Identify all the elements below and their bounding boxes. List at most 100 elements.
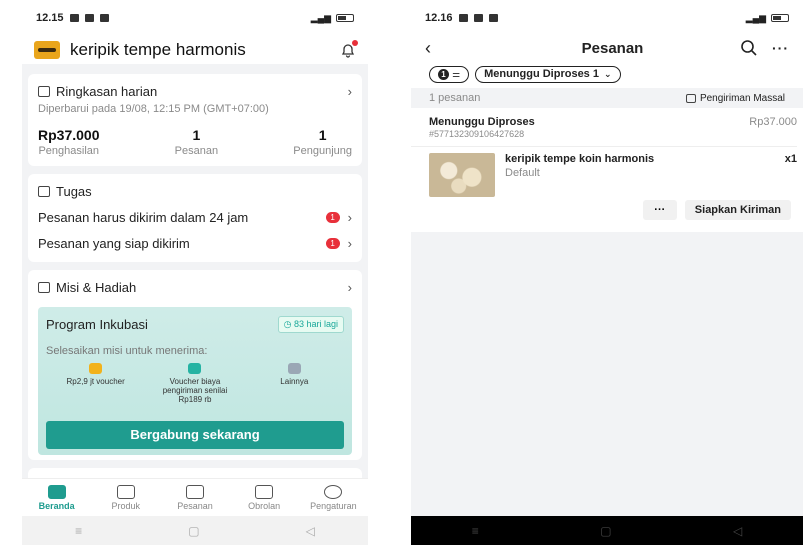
mail-icon [99,14,109,22]
program-title: Program Inkubasi [46,317,148,332]
product-variant: Default [505,167,540,179]
reward-item: Rp2,9 jt voucher [56,363,136,404]
task-label: Pesanan yang siap dikirim [38,236,190,251]
menu-nav-icon[interactable]: ≡ [75,524,82,538]
chat-icon [255,484,274,499]
mass-shipping-label: Pengiriman Massal [699,92,785,104]
card-title: Tugas [56,184,92,199]
tab-pesanan[interactable]: Pesanan [165,484,225,511]
order-price: Rp37.000 [749,116,797,128]
tab-beranda[interactable]: Beranda [27,484,87,511]
tab-produk[interactable]: Produk [96,484,156,511]
right-screen: 12.16 ▂▄▆ ‹ Pesanan ··· 1 ⚌ Menunggu Dip… [411,0,803,545]
status-time: 12.16 [425,12,453,24]
gear-icon [324,484,343,499]
system-nav-bar: ≡ ▢ ◁ [411,516,803,545]
reward-item: Lainnya [254,363,334,404]
signal-icon: ▂▄▆ [745,12,766,23]
order-item: keripik tempe koin harmonis Default x1 [429,153,797,197]
tab-obrolan[interactable]: Obrolan [234,484,294,511]
bell-icon[interactable] [340,40,358,58]
stat-label: Penghasilan [38,145,100,157]
notification-icon [473,14,483,22]
menu-nav-icon[interactable]: ≡ [472,524,479,538]
notification-icon [84,14,94,22]
system-nav-bar: ≡ ▢ ◁ [22,516,368,545]
tab-label: Pesanan [177,500,213,511]
back-nav-icon[interactable]: ◁ [306,524,315,538]
missions-card: Misi & Hadiah › Program Inkubasi ◷ 83 ha… [28,270,362,460]
tab-label: Obrolan [248,500,281,511]
stat-revenue: Rp37.000 Penghasilan [38,127,99,157]
filter-button[interactable]: 1 ⚌ [429,65,470,83]
bag-icon [116,484,135,499]
notification-dot [352,40,358,46]
card-title: Misi & Hadiah [56,280,137,295]
search-icon[interactable] [740,39,758,57]
divider [411,146,797,147]
orders-summary-row: 1 pesanan Pengiriman Massal [411,88,803,108]
home-icon [47,484,66,499]
sliders-icon: ⚌ [452,68,461,79]
chevron-right-icon[interactable]: › [348,84,352,99]
home-nav-icon[interactable]: ▢ [188,524,199,538]
join-now-button[interactable]: Bergabung sekarang [46,421,344,449]
more-rewards-icon [287,363,301,374]
notification-icon [458,14,468,22]
chevron-right-icon: › [347,210,352,225]
summary-icon [38,86,50,97]
stat-value: 1 [318,127,327,143]
reward-label: Rp2,9 jt voucher [66,377,125,386]
task-badge: 1 [325,212,340,223]
page-title: Pesanan [581,39,644,57]
stat-value: Rp37.000 [38,127,100,143]
shop-name: keripik tempe harmonis [70,40,246,59]
card-title: Ringkasan harian [56,84,158,99]
stat-orders: 1 Pesanan [175,127,218,157]
orders-header: ‹ Pesanan ··· [411,36,803,60]
back-nav-icon[interactable]: ◁ [733,524,742,538]
back-arrow-icon[interactable]: ‹ [425,38,445,59]
more-actions-button[interactable]: ··· [642,200,677,220]
mass-shipping-link[interactable]: Pengiriman Massal [685,92,785,104]
left-screen: 12.15 ▂▄▆ keripik tempe harmonis Ringkas… [22,0,368,545]
reward-item: Voucher biaya pengiriman senilai Rp189 r… [155,363,235,404]
tab-label: Pengaturan [310,500,357,511]
status-bar: 12.16 ▂▄▆ [411,0,803,36]
home-nav-icon[interactable]: ▢ [600,524,611,538]
battery-icon [771,14,789,22]
reward-label: Voucher biaya pengiriman senilai Rp189 r… [162,377,228,404]
order-card[interactable]: Menunggu Diproses Rp37.000 #577132309106… [411,108,803,232]
product-thumbnail [429,153,495,197]
order-status: Menunggu Diproses [429,116,535,128]
status-bar: 12.15 ▂▄▆ [22,0,368,36]
chevron-down-icon: ⌄ [603,68,612,79]
notification-icon [69,14,79,22]
shop-logo[interactable] [34,41,60,59]
stat-label: Pesanan [174,145,219,157]
order-id: #577132309106427628 [429,129,525,139]
prepare-shipment-button[interactable]: Siapkan Kiriman [684,200,791,220]
tab-label: Beranda [38,500,75,511]
daily-summary-card[interactable]: Ringkasan harian › Diperbarui pada 19/08… [28,74,362,166]
days-left-text: 83 hari lagi [293,319,338,329]
orders-count: 1 pesanan [429,92,481,104]
product-name: keripik tempe koin harmonis [505,153,655,165]
task-badge: 1 [325,238,340,249]
next-card-edge [28,468,362,478]
chevron-right-icon[interactable]: › [348,280,352,295]
tasks-card: Tugas Pesanan harus dikirim dalam 24 jam… [28,174,362,262]
reward-label: Lainnya [280,377,309,386]
more-icon[interactable]: ··· [772,40,789,56]
task-item[interactable]: Pesanan yang siap dikirim 1 › [38,236,352,251]
task-label: Pesanan harus dikirim dalam 24 jam [38,210,249,225]
tasks-icon [38,186,50,197]
tab-pengaturan[interactable]: Pengaturan [303,484,363,511]
product-quantity: x1 [784,153,797,165]
shop-header: keripik tempe harmonis [22,36,368,64]
updated-text: Diperbarui pada 19/08, 12:15 PM (GMT+07:… [38,103,269,115]
signal-icon: ▂▄▆ [310,12,331,23]
task-item[interactable]: Pesanan harus dikirim dalam 24 jam 1 › [38,210,352,225]
program-subtitle: Selesaikan misi untuk menerima: [46,345,208,357]
status-filter-chip[interactable]: Menunggu Diproses 1 ⌄ [475,65,621,83]
